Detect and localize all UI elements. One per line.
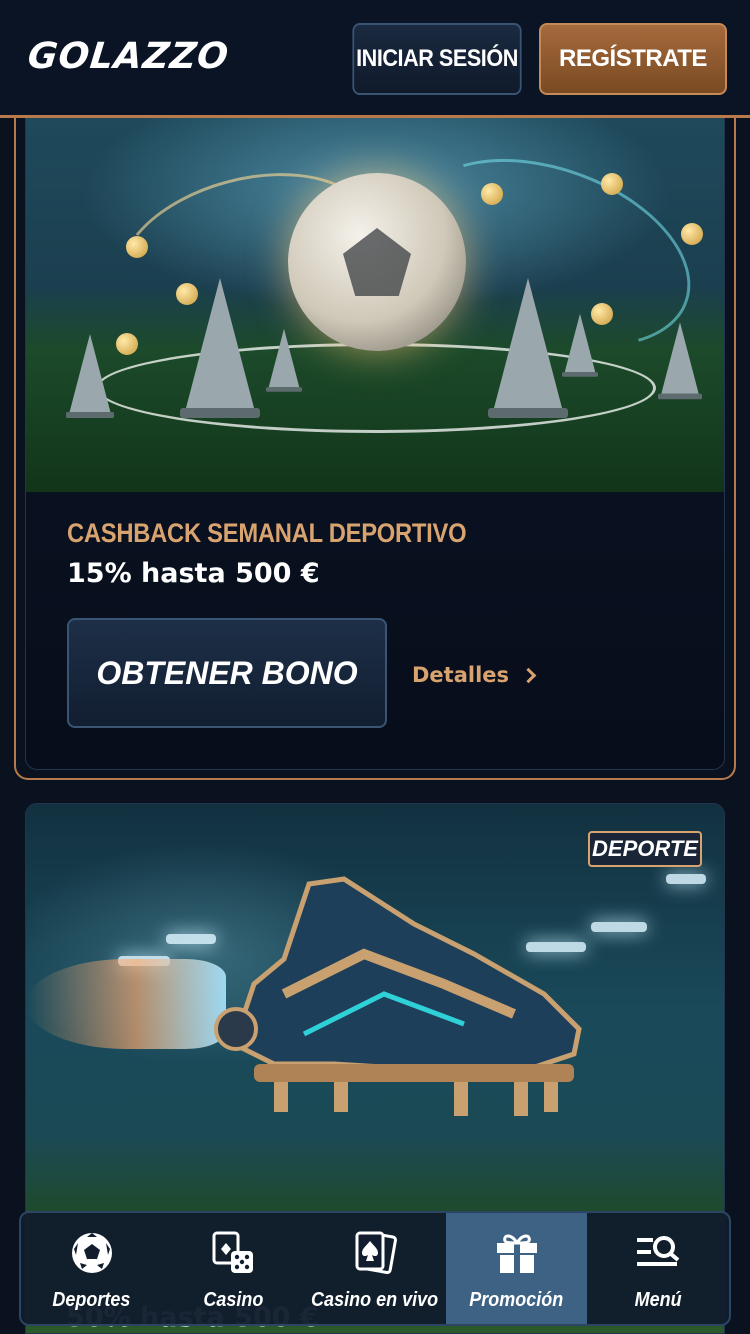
nav-label: Casino [203, 1289, 264, 1311]
football-boot-image [214, 876, 582, 1116]
chevron-right-icon [520, 667, 537, 683]
nav-item-promocion[interactable]: Promoción [445, 1213, 588, 1324]
details-link[interactable]: Detalles [412, 663, 537, 687]
promo-value: 15% hasta 500 € [67, 558, 320, 589]
menu-search-icon [637, 1236, 680, 1266]
nav-item-casino-en-vivo[interactable]: Casino en vivo [304, 1213, 446, 1324]
gift-icon [496, 1234, 537, 1273]
brand-logo[interactable]: GOLAZZO [26, 36, 231, 77]
boot-flame-trail [26, 959, 226, 1049]
promo-title: CASHBACK SEMANAL DEPORTIVO [67, 518, 467, 548]
nav-item-deportes[interactable]: Deportes [21, 1213, 163, 1324]
bottom-navigation: Deportes Casino Casino en vivo Promoción… [19, 1211, 731, 1326]
nav-label: Casino en vivo [311, 1289, 439, 1311]
nav-item-casino[interactable]: Casino [163, 1213, 305, 1324]
soccer-ball-icon [71, 1233, 112, 1273]
soccer-ball-image [288, 173, 466, 351]
dice-cards-icon [212, 1231, 254, 1273]
details-label: Detalles [412, 663, 510, 687]
category-badge: DEPORTE [588, 831, 702, 867]
nav-label: Menú [634, 1289, 682, 1311]
promo-hero-image-ball [26, 118, 724, 492]
nav-label: Deportes [52, 1289, 131, 1311]
top-header: GOLAZZO INICIAR SESIÓN REGÍSTRATE [0, 0, 750, 118]
nav-label: Promoción [469, 1289, 564, 1311]
nav-item-menu[interactable]: Menú [587, 1213, 729, 1324]
playing-card-icon [355, 1231, 397, 1275]
login-button[interactable]: INICIAR SESIÓN [352, 23, 522, 95]
get-bonus-button[interactable]: OBTENER BONO [67, 618, 387, 728]
promo-card-cashback: CASHBACK SEMANAL DEPORTIVO 15% hasta 500… [25, 118, 725, 770]
register-button[interactable]: REGÍSTRATE [539, 23, 727, 95]
